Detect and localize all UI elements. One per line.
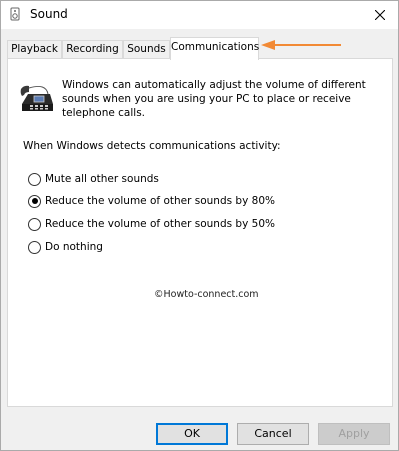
radio-button[interactable] — [28, 217, 41, 231]
watermark-text: ©Howto-connect.com — [154, 289, 259, 300]
cancel-button[interactable]: Cancel — [237, 423, 309, 445]
tab-sounds[interactable]: Sounds — [123, 40, 170, 59]
speaker-icon — [8, 7, 22, 21]
radio-button-selected[interactable] — [28, 194, 41, 208]
option-label: Do nothing — [45, 241, 103, 253]
arrow-icon — [261, 40, 341, 50]
radio-button[interactable] — [28, 240, 41, 254]
tab-playback[interactable]: Playback — [7, 40, 62, 59]
option-label: Reduce the volume of other sounds by 50% — [45, 218, 275, 230]
tab-recording[interactable]: Recording — [62, 40, 123, 59]
close-button[interactable] — [362, 1, 398, 29]
close-icon — [375, 10, 385, 20]
option-mute-all[interactable]: Mute all other sounds — [28, 172, 159, 186]
section-label: When Windows detects communications acti… — [23, 140, 281, 152]
window-title: Sound — [30, 7, 68, 21]
option-reduce-50[interactable]: Reduce the volume of other sounds by 50% — [28, 217, 275, 231]
title-bar: Sound — [1, 1, 398, 29]
option-reduce-80[interactable]: Reduce the volume of other sounds by 80% — [28, 194, 275, 208]
option-label: Reduce the volume of other sounds by 80% — [45, 195, 275, 207]
telephone-icon — [20, 84, 54, 114]
ok-button[interactable]: OK — [156, 423, 228, 445]
radio-button[interactable] — [28, 172, 41, 186]
tab-communications[interactable]: Communications — [170, 37, 259, 60]
sound-dialog: Sound Playback Recording Sounds Communic… — [0, 0, 399, 451]
option-do-nothing[interactable]: Do nothing — [28, 240, 103, 254]
apply-button[interactable]: Apply — [318, 423, 390, 445]
option-label: Mute all other sounds — [45, 173, 159, 185]
panel-description: Windows can automatically adjust the vol… — [62, 79, 366, 119]
